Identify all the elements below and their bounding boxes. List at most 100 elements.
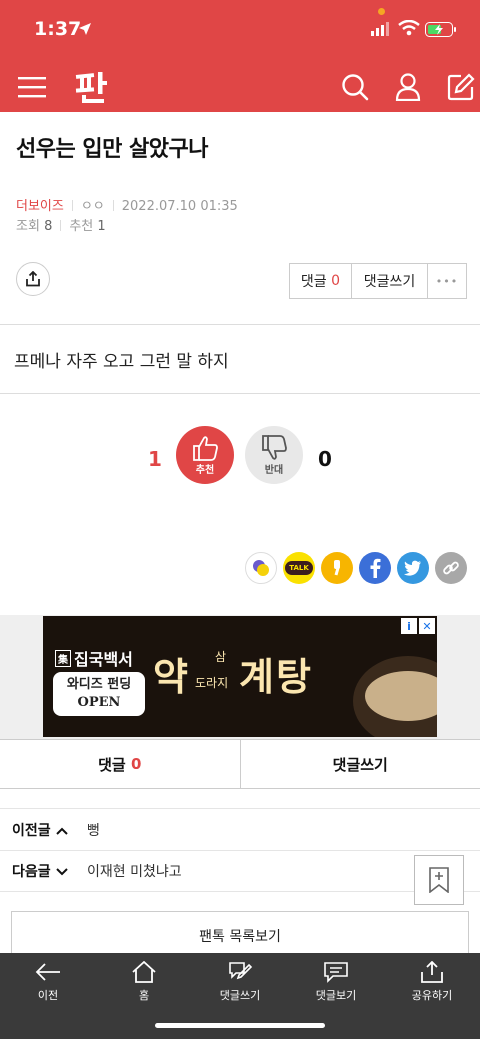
downvote-count: 0 bbox=[318, 447, 332, 471]
post-title: 선우는 입만 살았구나 bbox=[16, 137, 208, 162]
ad-brand: 集 집국백서 bbox=[55, 646, 133, 670]
next-post-row[interactable]: 다음글 이재현 미쳤냐고 bbox=[0, 850, 480, 892]
share-kakaostory-button[interactable] bbox=[321, 552, 353, 584]
divider bbox=[0, 393, 480, 394]
comment-count-button[interactable]: 댓글 0 bbox=[290, 264, 352, 298]
wifi-icon bbox=[398, 20, 420, 36]
ad-badge: 와디즈 펀딩 OPEN bbox=[53, 672, 145, 716]
ad-badge-line1: 와디즈 펀딩 bbox=[66, 677, 132, 692]
divider bbox=[112, 200, 114, 211]
facebook-icon bbox=[370, 558, 381, 578]
bookmark-button[interactable] bbox=[414, 855, 464, 905]
copy-link-button[interactable] bbox=[435, 552, 467, 584]
pann-logo-icon bbox=[75, 72, 107, 103]
share-blog-button[interactable] bbox=[245, 552, 277, 584]
location-arrow-icon bbox=[79, 23, 91, 35]
ad-headline-small-2: 도라지 bbox=[195, 676, 229, 690]
nav-write-comment-label: 댓글쓰기 bbox=[219, 989, 261, 1002]
post-author[interactable]: 더보이즈 bbox=[16, 199, 64, 214]
downvote-button[interactable]: 반대 bbox=[245, 426, 303, 484]
nav-back[interactable]: 이전 bbox=[13, 961, 83, 1003]
menu-button[interactable] bbox=[15, 70, 49, 104]
user-icon bbox=[395, 73, 421, 101]
nav-view-comments-label: 댓글보기 bbox=[315, 989, 357, 1002]
ad-brand-text: 집국백서 bbox=[74, 650, 133, 669]
ad-badge-line2: OPEN bbox=[77, 695, 121, 710]
thumbs-down-icon bbox=[262, 434, 287, 460]
upvote-count: 1 bbox=[148, 447, 162, 471]
views-label: 조회 bbox=[16, 219, 40, 234]
edit-icon bbox=[447, 73, 475, 101]
next-post-label: 다음글 bbox=[12, 861, 87, 881]
post-datetime: 2022.07.10 01:35 bbox=[121, 199, 238, 214]
nav-view-comments[interactable]: 댓글보기 bbox=[301, 961, 371, 1003]
ad-headline-1: 약 bbox=[153, 654, 190, 699]
search-button[interactable] bbox=[338, 70, 372, 104]
tab-comments-label: 댓글 bbox=[98, 755, 126, 774]
account-button[interactable] bbox=[391, 70, 425, 104]
tab-comments[interactable]: 댓글 0 bbox=[0, 740, 241, 788]
twitter-icon bbox=[404, 560, 421, 576]
thumbs-up-icon bbox=[193, 435, 218, 461]
comment-label: 댓글 bbox=[300, 274, 327, 290]
upvote-button[interactable]: 추천 bbox=[176, 426, 234, 484]
privacy-indicator-dot bbox=[378, 8, 385, 15]
post-body: 프메나 자주 오고 그런 말 하지 bbox=[14, 352, 229, 372]
write-comment-button[interactable]: 댓글쓰기 bbox=[352, 264, 428, 298]
ad-info-icon[interactable]: i bbox=[401, 618, 417, 634]
upvote-label: 추천 bbox=[195, 464, 215, 476]
more-button[interactable]: ••• bbox=[428, 264, 466, 298]
ad-headline-2: 계탕 bbox=[239, 654, 313, 699]
recommend-label: 추천 bbox=[69, 219, 94, 234]
prev-post-row[interactable]: 이전글 뻥 bbox=[0, 808, 480, 850]
write-post-button[interactable] bbox=[444, 70, 478, 104]
ad-banner[interactable]: 集 집국백서 와디즈 펀딩 OPEN 약 삼 도라지 계탕 i ✕ bbox=[43, 616, 437, 737]
divider bbox=[60, 220, 62, 231]
tab-write-comment[interactable]: 댓글쓰기 bbox=[241, 740, 480, 788]
nav-home[interactable]: 홈 bbox=[109, 961, 179, 1003]
blog-icon bbox=[253, 560, 269, 576]
share-facebook-button[interactable] bbox=[359, 552, 391, 584]
status-bar: 1:37 bbox=[0, 0, 480, 60]
views-count: 8 bbox=[44, 219, 53, 234]
home-icon bbox=[132, 961, 156, 983]
back-arrow-icon bbox=[35, 963, 60, 981]
kakaotalk-icon: TALK bbox=[285, 561, 313, 575]
recommend-count: 1 bbox=[97, 219, 106, 234]
home-indicator bbox=[155, 1023, 325, 1028]
post-author-sub: ㅇㅇ bbox=[80, 199, 105, 214]
comment-tabs: 댓글 0 댓글쓰기 bbox=[0, 739, 480, 789]
post-stats: 조회 8 추천 1 bbox=[16, 215, 106, 234]
page: 1:37 선우는 입만 살았구나 더보이즈 ㅇㅇ 2022.07.10 01:3… bbox=[0, 0, 480, 1039]
status-time: 1:37 bbox=[34, 18, 82, 40]
nav-share[interactable]: 공유하기 bbox=[397, 961, 467, 1003]
prev-post-label: 이전글 bbox=[12, 820, 87, 840]
ad-close-icon[interactable]: ✕ bbox=[419, 618, 435, 634]
downvote-label: 반대 bbox=[264, 464, 284, 476]
post-action-group: 댓글 0 댓글쓰기 ••• bbox=[289, 263, 467, 299]
nav-home-label: 홈 bbox=[138, 989, 150, 1002]
battery-charging-icon bbox=[425, 22, 456, 37]
view-comments-icon bbox=[324, 962, 348, 983]
pann-logo[interactable] bbox=[74, 68, 110, 104]
nav-share-label: 공유하기 bbox=[411, 989, 453, 1002]
chevron-down-icon bbox=[55, 868, 68, 876]
link-icon bbox=[443, 561, 459, 575]
share-twitter-button[interactable] bbox=[397, 552, 429, 584]
post-meta: 더보이즈 ㅇㅇ 2022.07.10 01:35 bbox=[16, 195, 238, 214]
divider bbox=[0, 324, 480, 325]
divider bbox=[71, 200, 73, 211]
share-icon bbox=[421, 961, 443, 983]
kakaostory-icon bbox=[334, 560, 340, 576]
nav-write-comment[interactable]: 댓글쓰기 bbox=[205, 961, 275, 1003]
tab-comments-count: 0 bbox=[130, 755, 142, 773]
chevron-up-icon bbox=[55, 827, 68, 835]
comment-count: 0 bbox=[331, 273, 341, 289]
share-post-button[interactable] bbox=[16, 262, 50, 296]
share-kakaotalk-button[interactable]: TALK bbox=[283, 552, 315, 584]
ad-brand-mark: 集 bbox=[55, 650, 71, 667]
bookmark-add-icon bbox=[429, 867, 449, 893]
ad-headline-small-1: 삼 bbox=[215, 650, 227, 664]
cellular-signal-icon bbox=[371, 22, 389, 36]
nav-back-label: 이전 bbox=[37, 989, 59, 1002]
